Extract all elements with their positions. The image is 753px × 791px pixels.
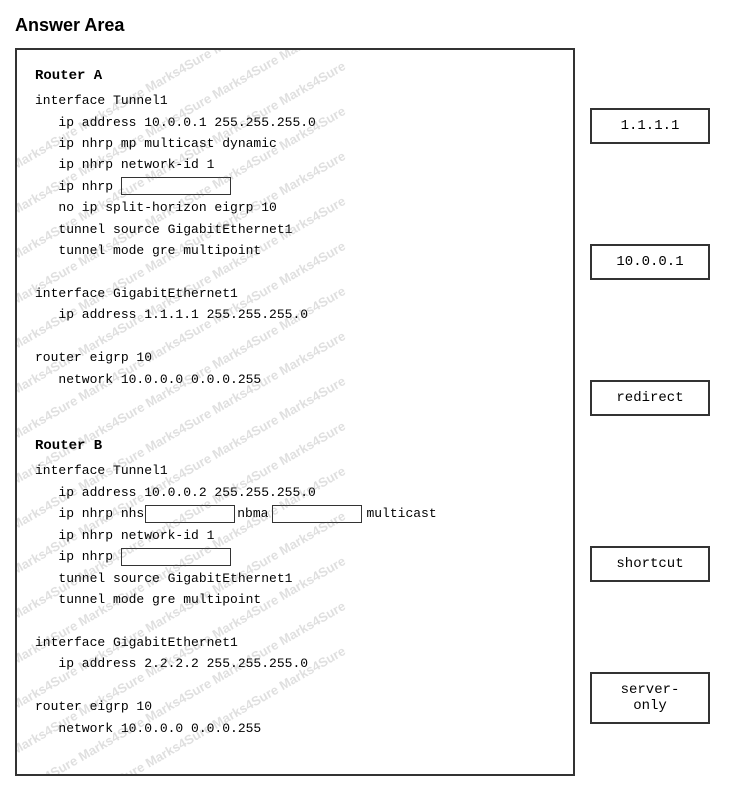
router-b-line-8: ip address 2.2.2.2 255.255.255.0: [35, 653, 555, 674]
option-1-1-1-1[interactable]: 1.1.1.1: [590, 108, 710, 144]
router-b-line-2: ip address 10.0.0.2 255.255.255.0: [35, 482, 555, 503]
page-title: Answer Area: [15, 15, 738, 36]
router-b-line-5: tunnel source GigabitEthernet1: [35, 568, 555, 589]
router-a-line-3: ip nhrp mp multicast dynamic: [35, 133, 555, 154]
option-10-0-0-1[interactable]: 10.0.0.1: [590, 244, 710, 280]
router-a-line-1: interface Tunnel1: [35, 90, 555, 111]
router-b-line-4: ip nhrp: [35, 546, 555, 567]
router-b-section: Router B interface Tunnel1 ip address 10…: [35, 435, 555, 739]
router-b-line-1: interface Tunnel1: [35, 460, 555, 481]
router-a-line-9: interface GigabitEthernet1: [35, 283, 555, 304]
router-a-line-8: tunnel mode gre multipoint: [35, 240, 555, 261]
side-options-panel: 1.1.1.1 10.0.0.1 redirect shortcut serve…: [590, 48, 720, 724]
router-b-blank-1: [35, 610, 555, 631]
router-a-section: Router A interface Tunnel1 ip address 10…: [35, 65, 555, 390]
router-b-nhs-line: ip nhrp nhsnbmamulticast: [35, 503, 555, 524]
router-a-blank-1: [35, 262, 555, 283]
option-shortcut[interactable]: shortcut: [590, 546, 710, 582]
router-a-line-4: ip nhrp network-id 1: [35, 154, 555, 175]
router-a-nhrp-input-box[interactable]: [121, 177, 231, 195]
router-b-line-3: ip nhrp network-id 1: [35, 525, 555, 546]
router-a-line-11: router eigrp 10: [35, 347, 555, 368]
router-a-line-10: ip address 1.1.1.1 255.255.255.0: [35, 304, 555, 325]
answer-area-box: Marks4Sure Marks4Sure Marks4Sure Marks4S…: [15, 48, 575, 776]
router-b-line-10: network 10.0.0.0 0.0.0.255: [35, 718, 555, 739]
router-b-blank-2: [35, 675, 555, 696]
router-a-line-5: ip nhrp: [35, 176, 555, 197]
option-server-only[interactable]: server-only: [590, 672, 710, 724]
router-a-blank-2: [35, 326, 555, 347]
router-a-line-12: network 10.0.0.0 0.0.0.255: [35, 369, 555, 390]
router-b-header: Router B: [35, 435, 555, 458]
option-redirect[interactable]: redirect: [590, 380, 710, 416]
router-a-header: Router A: [35, 65, 555, 88]
router-b-nbma-input[interactable]: [272, 505, 362, 523]
router-a-line-2: ip address 10.0.0.1 255.255.255.0: [35, 112, 555, 133]
router-b-nhs-input[interactable]: [145, 505, 235, 523]
router-a-line-6: no ip split-horizon eigrp 10: [35, 197, 555, 218]
router-a-line-7: tunnel source GigabitEthernet1: [35, 219, 555, 240]
router-b-line-7: interface GigabitEthernet1: [35, 632, 555, 653]
router-b-line-9: router eigrp 10: [35, 696, 555, 717]
router-b-line-6: tunnel mode gre multipoint: [35, 589, 555, 610]
router-b-nhrp-input-box[interactable]: [121, 548, 231, 566]
